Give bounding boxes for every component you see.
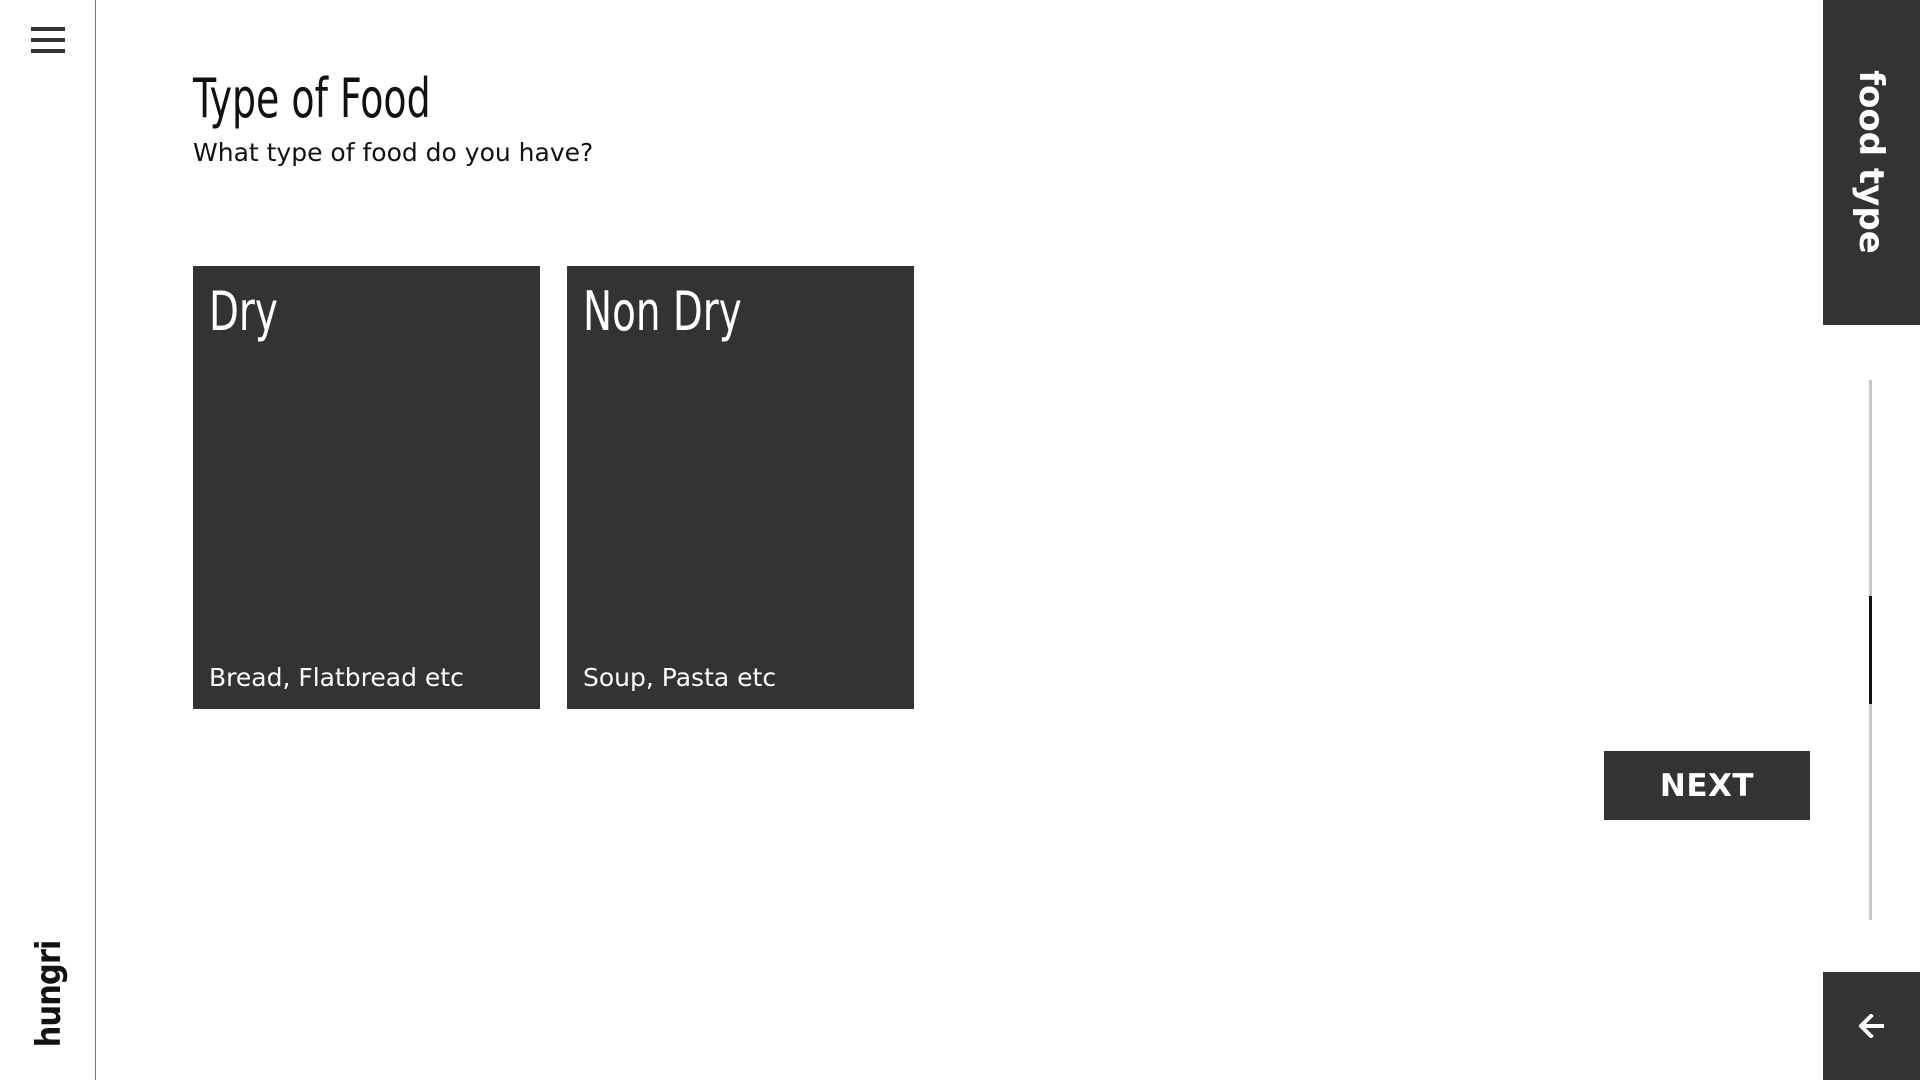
left-rail: hungri	[0, 0, 96, 1080]
hamburger-menu-icon[interactable]	[31, 27, 65, 55]
option-card-non-dry[interactable]: Non Dry Soup, Pasta etc	[567, 266, 914, 709]
progress-track[interactable]	[1869, 380, 1872, 920]
option-card-description: Soup, Pasta etc	[583, 663, 777, 692]
page-subtitle: What type of food do you have?	[193, 138, 594, 167]
next-button[interactable]: NEXT	[1604, 751, 1810, 820]
option-card-title: Non Dry	[583, 280, 742, 343]
page-title: Type of Food	[193, 67, 431, 130]
option-card-title: Dry	[209, 280, 278, 343]
progress-thumb[interactable]	[1869, 596, 1872, 704]
option-card-description: Bread, Flatbread etc	[209, 663, 464, 692]
section-tab: food type	[1823, 0, 1920, 325]
arrow-left-icon	[1859, 1014, 1884, 1038]
option-card-dry[interactable]: Dry Bread, Flatbread etc	[193, 266, 540, 709]
back-button[interactable]	[1823, 972, 1920, 1080]
brand-logo: hungri	[29, 940, 69, 1048]
section-tab-label: food type	[1851, 70, 1891, 254]
